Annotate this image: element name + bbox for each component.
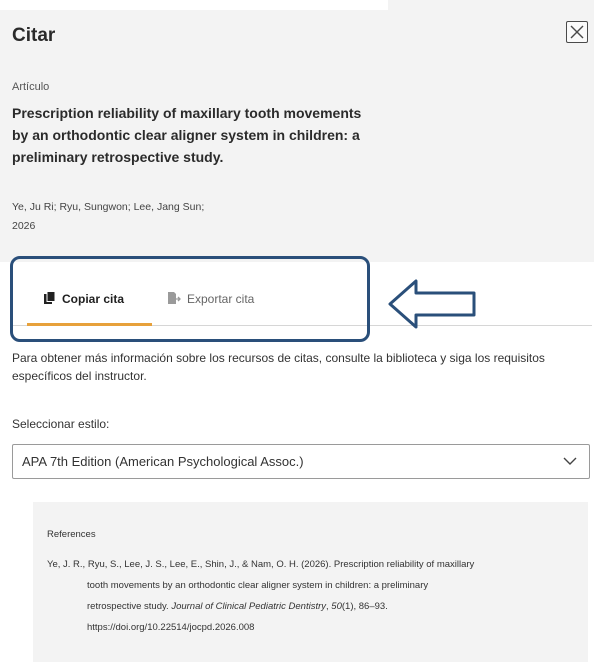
annotation-arrow-icon: [388, 279, 476, 329]
reference-volume: 50: [331, 601, 342, 612]
reference-pages: (1), 86–93.: [341, 601, 388, 612]
reference-line-1: Ye, J. R., Ryu, S., Lee, J. S., Lee, E.,…: [47, 559, 475, 570]
article-year: 2026: [12, 220, 36, 232]
reference-line-2: tooth movements by an orthodontic clear …: [87, 580, 429, 591]
reference-title-end: retrospective study.: [87, 601, 172, 612]
style-select-label: Seleccionar estilo:: [12, 417, 110, 431]
article-title: Prescription reliability of maxillary to…: [12, 105, 362, 165]
reference-box: References Ye, J. R., Ryu, S., Lee, J. S…: [33, 502, 588, 662]
item-type: Artículo: [12, 81, 50, 93]
reference-text: Ye, J. R., Ryu, S., Lee, J. S., Lee, E.,…: [47, 554, 577, 638]
close-icon: [570, 25, 584, 39]
reference-line-3: retrospective study. Journal of Clinical…: [47, 596, 577, 617]
dialog-title: Citar: [12, 25, 56, 46]
chevron-down-icon: [563, 457, 577, 465]
reference-journal: Journal of Clinical Pediatric Dentistry: [171, 601, 327, 612]
reference-heading: References: [47, 529, 96, 540]
close-button[interactable]: [566, 21, 588, 43]
style-select-value: APA 7th Edition (American Psychological …: [22, 454, 304, 469]
citation-style-select[interactable]: APA 7th Edition (American Psychological …: [12, 444, 590, 479]
top-white-strip: [0, 0, 388, 10]
reference-doi[interactable]: https://doi.org/10.22514/jocpd.2026.008: [47, 617, 577, 638]
annotation-highlight-box: [10, 256, 370, 342]
article-authors: Ye, Ju Ri; Ryu, Sungwon; Lee, Jang Sun;: [12, 201, 205, 213]
citation-info-text: Para obtener más información sobre los r…: [12, 351, 545, 383]
